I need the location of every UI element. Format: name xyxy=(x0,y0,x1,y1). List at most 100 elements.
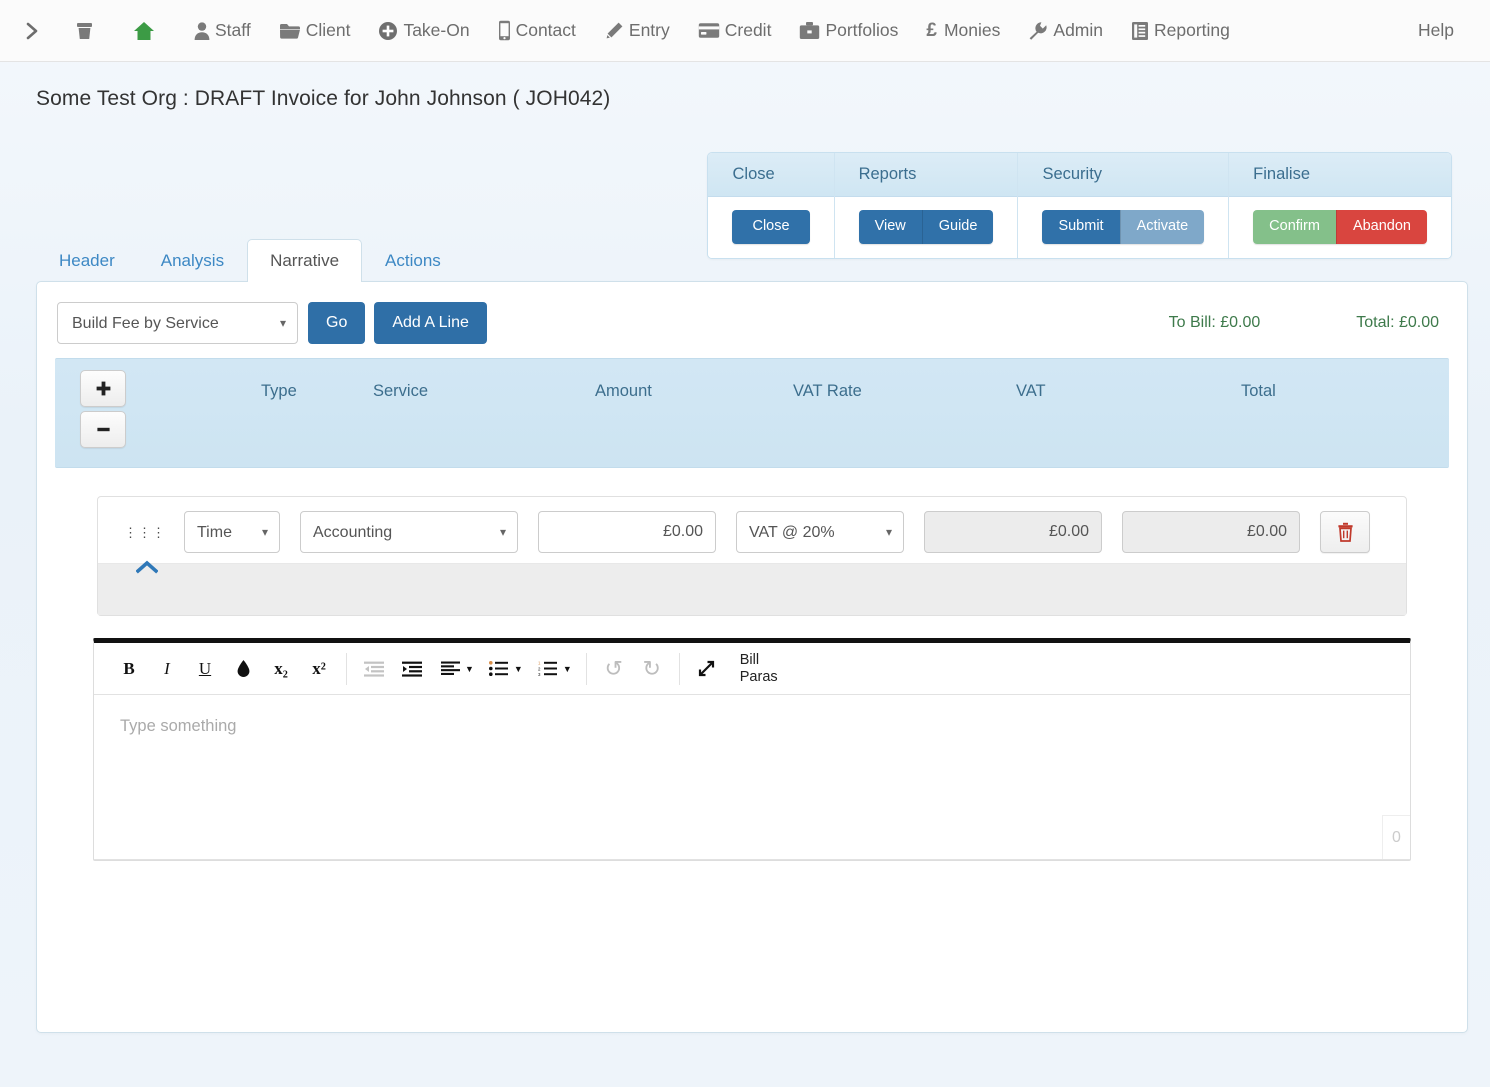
tab-header[interactable]: Header xyxy=(36,239,138,282)
report-icon xyxy=(1131,21,1149,41)
outdent-icon[interactable] xyxy=(355,650,393,688)
indent-icon[interactable] xyxy=(393,650,431,688)
tabs-wrapper: Header Analysis Narrative Actions xyxy=(0,237,1490,282)
nav-monies[interactable]: £ Monies xyxy=(926,20,1000,42)
nav-expand[interactable] xyxy=(24,21,45,41)
bill-paras-line2: Paras xyxy=(739,668,778,685)
nav-credit[interactable]: Credit xyxy=(698,20,772,41)
text-color-icon[interactable] xyxy=(224,650,262,688)
nav-label: Take-On xyxy=(403,20,470,40)
line-vat-value xyxy=(924,511,1102,553)
pencil-icon xyxy=(604,21,624,41)
editor-toolbar: B I U x₂ x² ▼ ▼ 1 2 3 ▼ ↺ ↻ Bill Paras xyxy=(94,643,1410,695)
page-header: Some Test Org : DRAFT Invoice for John J… xyxy=(0,62,1490,259)
nav-label: Admin xyxy=(1053,20,1103,40)
build-fee-select[interactable]: Build Fee by Service xyxy=(57,302,298,344)
to-bill-amount: To Bill: £0.00 xyxy=(1168,314,1261,331)
nav-admin[interactable]: Admin xyxy=(1028,20,1103,41)
nav-label: Credit xyxy=(724,20,772,40)
nav-label: Staff xyxy=(215,20,251,40)
vat-rate-select-wrapper: VAT @ 20% ▾ xyxy=(736,511,904,553)
lines-body: ⋮⋮⋮ Time ▾ Accounting ▾ £0.00 VAT @ 20% … xyxy=(37,468,1467,861)
nav-archive[interactable] xyxy=(75,20,99,41)
nav-contact[interactable]: Contact xyxy=(498,20,576,41)
add-row-button[interactable] xyxy=(80,370,126,407)
collapse-chevron-up-icon[interactable] xyxy=(136,560,158,574)
line-vat-rate-select[interactable]: VAT @ 20% xyxy=(736,511,904,553)
ordered-list-dropdown-caret-icon[interactable]: ▼ xyxy=(563,664,572,674)
mobile-icon xyxy=(498,20,511,41)
line-type-select[interactable]: Time xyxy=(184,511,280,553)
align-dropdown-caret-icon[interactable]: ▼ xyxy=(465,664,474,674)
row-stepper xyxy=(80,370,126,448)
unordered-list-dropdown-caret-icon[interactable]: ▼ xyxy=(514,664,523,674)
nav-takeon[interactable]: Take-On xyxy=(378,20,470,41)
tab-narrative[interactable]: Narrative xyxy=(247,238,363,282)
col-type: Type xyxy=(261,382,297,400)
briefcase-icon xyxy=(799,21,820,40)
svg-text:3: 3 xyxy=(538,672,541,676)
toolbar-divider xyxy=(585,652,587,685)
user-icon xyxy=(194,21,210,41)
nav-help[interactable]: Help xyxy=(1418,20,1454,41)
remove-row-button[interactable] xyxy=(80,411,126,448)
unordered-list-icon[interactable] xyxy=(480,650,518,688)
action-group-title: Security xyxy=(1018,153,1229,197)
drag-handle-icon[interactable]: ⋮⋮⋮ xyxy=(124,526,165,539)
action-group-title: Close xyxy=(708,153,834,197)
page-title: Some Test Org : DRAFT Invoice for John J… xyxy=(36,87,611,110)
line-item-card: ⋮⋮⋮ Time ▾ Accounting ▾ £0.00 VAT @ 20% … xyxy=(97,496,1407,616)
nav-reporting[interactable]: Reporting xyxy=(1131,20,1230,41)
nav-portfolios[interactable]: Portfolios xyxy=(799,20,898,41)
total-amount: Total: £0.00 xyxy=(1356,314,1439,331)
col-vat: VAT xyxy=(1016,382,1046,400)
underline-icon[interactable]: U xyxy=(186,650,224,688)
nav-label: Entry xyxy=(628,20,670,40)
add-a-line-button[interactable]: Add A Line xyxy=(374,302,487,344)
top-navigation: Staff Client Take-On Contact Entry Credi… xyxy=(0,0,1490,62)
nav-client[interactable]: Client xyxy=(279,20,351,41)
nav-label: Client xyxy=(305,20,351,40)
tab-bar: Header Analysis Narrative Actions xyxy=(36,237,1468,282)
home-icon xyxy=(133,20,155,42)
svg-text:2: 2 xyxy=(538,666,541,671)
italic-icon[interactable]: I xyxy=(148,650,186,688)
nav-label: Portfolios xyxy=(825,20,899,40)
nav-label: Contact xyxy=(515,20,576,40)
ordered-list-icon[interactable]: 1 2 3 xyxy=(529,650,567,688)
nav-staff[interactable]: Staff xyxy=(194,20,251,41)
editor-placeholder: Type something xyxy=(120,717,237,735)
tab-actions[interactable]: Actions xyxy=(362,239,464,282)
col-service: Service xyxy=(373,382,429,400)
bill-paras-button[interactable]: Bill Paras xyxy=(740,652,778,685)
line-item-row: ⋮⋮⋮ Time ▾ Accounting ▾ £0.00 VAT @ 20% … xyxy=(98,497,1406,574)
editor-text-area[interactable]: Type something 0 xyxy=(94,695,1410,860)
go-button[interactable]: Go xyxy=(308,302,366,344)
nav-items: Staff Client Take-On Contact Entry Credi… xyxy=(18,20,1258,42)
line-amount-input[interactable] xyxy=(538,511,716,553)
bold-icon[interactable]: B xyxy=(110,650,148,688)
credit-card-icon xyxy=(698,22,720,39)
nav-entry[interactable]: Entry xyxy=(604,20,670,41)
fullscreen-icon[interactable] xyxy=(688,650,726,688)
narrative-panel: Build Fee by Service ▾ Go Add A Line To … xyxy=(36,281,1468,1033)
tab-analysis[interactable]: Analysis xyxy=(138,239,247,282)
folder-icon xyxy=(279,22,301,40)
line-total-value xyxy=(1122,511,1300,553)
character-count: 0 xyxy=(1382,815,1410,859)
action-group-title: Finalise xyxy=(1229,153,1451,197)
subscript-icon[interactable]: x₂ xyxy=(262,650,300,688)
bill-paras-line1: Bill xyxy=(739,651,760,668)
align-icon[interactable] xyxy=(431,650,469,688)
superscript-icon[interactable]: x² xyxy=(300,650,338,688)
narrative-editor: B I U x₂ x² ▼ ▼ 1 2 3 ▼ ↺ ↻ Bill Paras T… xyxy=(93,638,1411,861)
redo-icon[interactable]: ↻ xyxy=(633,650,671,688)
undo-icon[interactable]: ↺ xyxy=(595,650,633,688)
type-select-wrapper: Time ▾ xyxy=(184,511,280,553)
nav-home[interactable] xyxy=(133,20,160,42)
plus-circle-icon xyxy=(378,21,398,41)
wrench-icon xyxy=(1028,21,1048,41)
line-drag-column: ⋮⋮⋮ xyxy=(114,526,184,574)
delete-line-button[interactable] xyxy=(1320,511,1370,553)
line-service-select[interactable]: Accounting xyxy=(300,511,518,553)
